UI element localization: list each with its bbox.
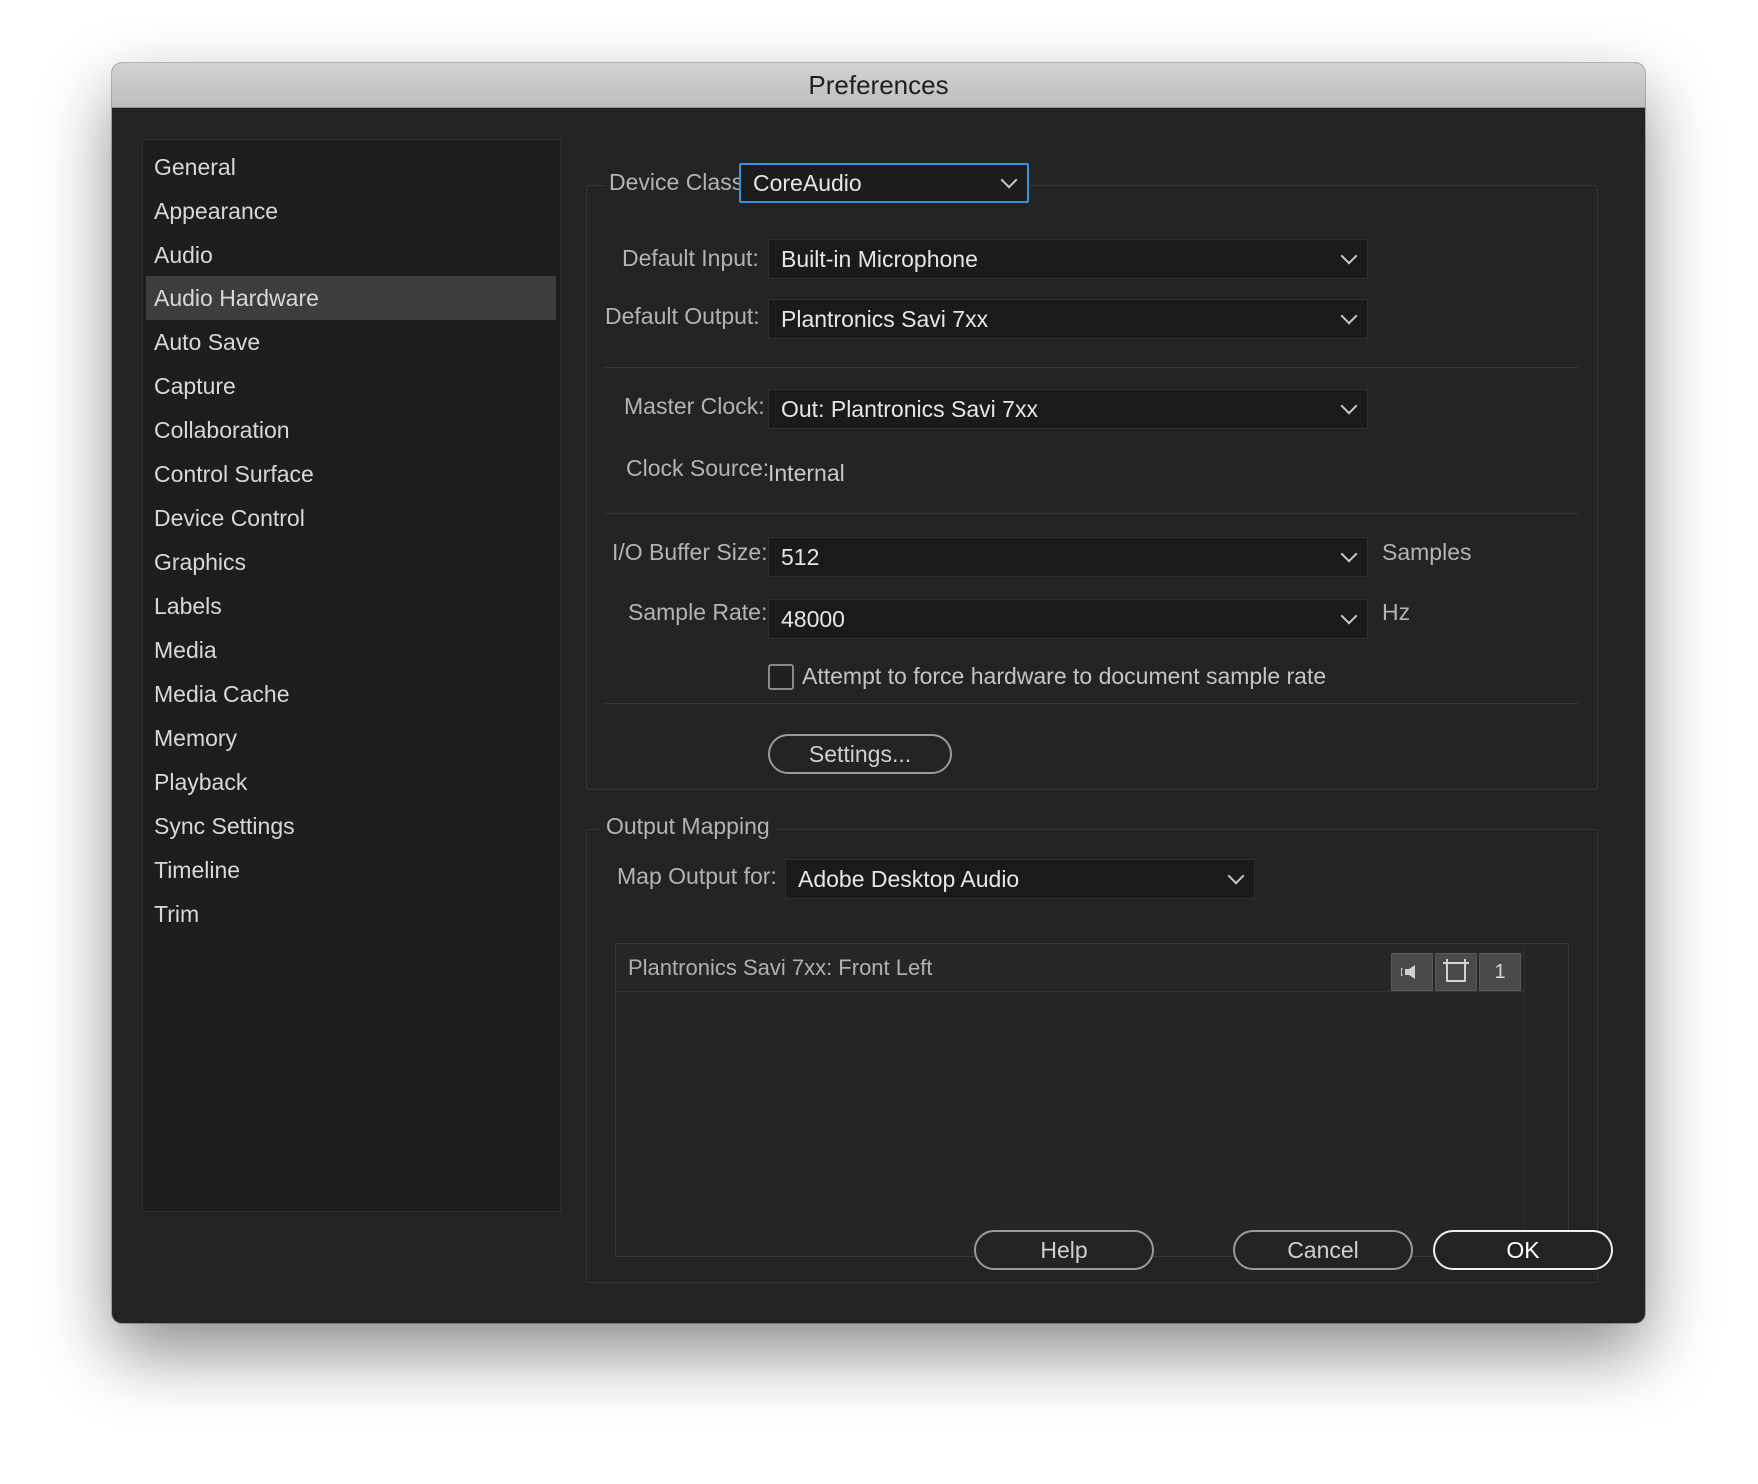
sidebar-item-media[interactable]: Media [146,628,556,672]
buffer-size-label: I/O Buffer Size: [612,539,768,565]
sidebar-item-auto-save[interactable]: Auto Save [146,320,556,364]
sample-rate-unit: Hz [1382,599,1411,625]
force-sample-rate-label: Attempt to force hardware to document sa… [802,663,1327,689]
buffer-size-value: 512 [781,543,820,570]
cancel-button[interactable]: Cancel [1233,1230,1413,1270]
device-class-value: CoreAudio [753,169,862,196]
separator [605,367,1578,368]
chevron-down-icon [1000,171,1018,189]
chevron-down-icon [1340,307,1358,325]
default-output-value: Plantronics Savi 7xx [781,305,989,332]
separator [605,513,1578,514]
chevron-down-icon [1340,247,1358,265]
default-output-dropdown[interactable]: Plantronics Savi 7xx [768,299,1368,339]
sidebar-item-labels[interactable]: Labels [146,584,556,628]
mapping-scrollbar[interactable] [1524,944,1568,1256]
sidebar-item-trim[interactable]: Trim [146,892,556,936]
channel-label: Plantronics Savi 7xx: Front Left [628,955,933,980]
sample-rate-label: Sample Rate: [628,599,768,625]
clock-source-label: Clock Source: [626,455,770,481]
master-clock-dropdown[interactable]: Out: Plantronics Savi 7xx [768,389,1368,429]
chevron-down-icon [1340,607,1358,625]
sidebar-item-control-surface[interactable]: Control Surface [146,452,556,496]
channel-mapping-row[interactable]: Plantronics Savi 7xx: Front Left 1 [616,944,1526,992]
sidebar-item-sync-settings[interactable]: Sync Settings [146,804,556,848]
preferences-sidebar: General Appearance Audio Audio Hardware … [142,139,561,1212]
output-mapping-panel: Plantronics Savi 7xx: Front Left 1 [615,943,1569,1257]
channel-frame-icon[interactable] [1435,953,1477,991]
buffer-size-dropdown[interactable]: 512 [768,537,1368,577]
default-input-dropdown[interactable]: Built-in Microphone [768,239,1368,279]
output-mapping-title: Output Mapping [600,813,776,840]
chevron-down-icon [1227,867,1245,885]
sidebar-item-device-control[interactable]: Device Control [146,496,556,540]
speaker-icon[interactable] [1391,953,1433,991]
channel-number-button[interactable]: 1 [1479,953,1521,991]
chevron-down-icon [1340,397,1358,415]
preferences-dialog: Preferences General Appearance Audio Aud… [112,63,1645,1323]
master-clock-value: Out: Plantronics Savi 7xx [781,395,1038,422]
map-output-dropdown[interactable]: Adobe Desktop Audio [785,859,1255,899]
sidebar-item-collaboration[interactable]: Collaboration [146,408,556,452]
sidebar-item-timeline[interactable]: Timeline [146,848,556,892]
force-sample-rate-checkbox[interactable] [768,664,794,690]
title-bar: Preferences [112,63,1645,108]
sample-rate-dropdown[interactable]: 48000 [768,599,1368,639]
ok-button[interactable]: OK [1433,1230,1613,1270]
sidebar-item-audio[interactable]: Audio [146,233,556,277]
sidebar-item-capture[interactable]: Capture [146,364,556,408]
chevron-down-icon [1340,545,1358,563]
device-class-dropdown[interactable]: CoreAudio [739,163,1029,203]
help-button[interactable]: Help [974,1230,1154,1270]
device-class-label: Device Class: [605,169,754,196]
sample-rate-value: 48000 [781,605,845,632]
sidebar-item-memory[interactable]: Memory [146,716,556,760]
default-input-label: Default Input: [622,245,759,271]
master-clock-label: Master Clock: [624,393,765,419]
sidebar-item-media-cache[interactable]: Media Cache [146,672,556,716]
map-output-label: Map Output for: [617,863,777,889]
sidebar-item-audio-hardware[interactable]: Audio Hardware [146,276,556,320]
map-output-value: Adobe Desktop Audio [798,865,1020,892]
sidebar-item-playback[interactable]: Playback [146,760,556,804]
separator [605,703,1578,704]
sidebar-item-general[interactable]: General [146,145,556,189]
default-output-label: Default Output: [605,303,760,329]
clock-source-value: Internal [768,460,845,486]
settings-button[interactable]: Settings... [768,734,952,774]
default-input-value: Built-in Microphone [781,245,978,272]
sidebar-item-appearance[interactable]: Appearance [146,189,556,233]
window-title: Preferences [808,69,949,100]
sidebar-item-graphics[interactable]: Graphics [146,540,556,584]
buffer-size-unit: Samples [1382,539,1472,565]
channel-number: 1 [1494,960,1506,983]
